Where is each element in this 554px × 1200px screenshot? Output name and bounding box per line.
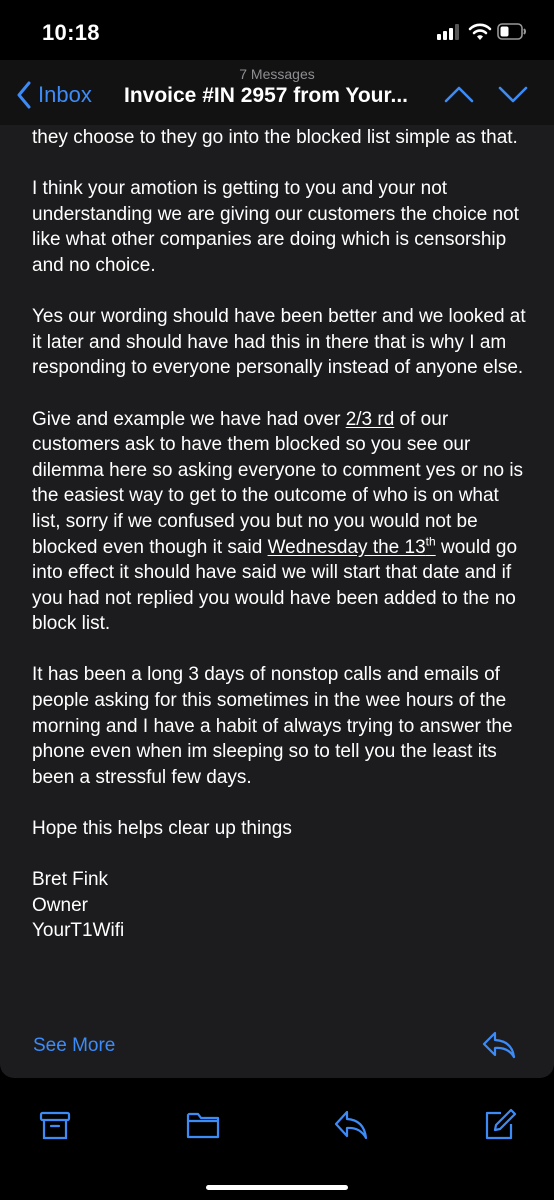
- date-text: Wednesday the 13: [267, 536, 426, 558]
- chevron-up-icon[interactable]: [443, 82, 475, 106]
- message-paragraph: Hope this helps clear up things: [32, 818, 292, 840]
- wifi-icon: [468, 23, 492, 40]
- see-more-link[interactable]: See More: [33, 1035, 115, 1057]
- back-label: Inbox: [38, 82, 92, 107]
- signature-company: YourT1Wifi: [32, 920, 125, 942]
- status-time: 10:18: [42, 20, 100, 45]
- message-paragraph: I think your amotion is getting to you a…: [32, 178, 519, 276]
- message-card: they choose to they go into the blocked …: [0, 125, 554, 1078]
- battery-icon: [497, 23, 526, 40]
- text-span: of our customers ask to have them blocke…: [32, 408, 524, 558]
- text-span: Give and example we have had over: [32, 408, 346, 430]
- date-link[interactable]: Wednesday the 13th: [267, 534, 436, 558]
- signature: Bret Fink Owner YourT1Wifi: [32, 867, 532, 944]
- cellular-signal-icon: [437, 24, 461, 40]
- signature-title: Owner: [32, 894, 88, 916]
- navigation-bar: 7 Messages Inbox Invoice #IN 2957 from Y…: [0, 60, 554, 125]
- home-indicator[interactable]: [206, 1185, 348, 1190]
- chevron-down-icon[interactable]: [497, 82, 529, 106]
- ordinal-suffix: th: [425, 534, 436, 549]
- bottom-toolbar: [0, 1078, 554, 1200]
- detected-data-link[interactable]: 2/3 rd: [346, 409, 395, 430]
- message-body: they choose to they go into the blocked …: [32, 125, 532, 944]
- signature-name: Bret Fink: [32, 869, 109, 891]
- message-paragraph: It has been a long 3 days of nonstop cal…: [32, 664, 513, 788]
- message-paragraph: they choose to they go into the blocked …: [32, 127, 518, 148]
- email-subject: Invoice #IN 2957 from Your...: [124, 84, 409, 107]
- reply-icon[interactable]: [482, 1030, 516, 1060]
- compose-icon[interactable]: [481, 1107, 517, 1143]
- status-bar: 10:18: [0, 0, 554, 60]
- reply-icon[interactable]: [333, 1107, 369, 1143]
- message-paragraph: Give and example we have had over 2/3 rd…: [32, 407, 532, 637]
- back-to-inbox-button[interactable]: Inbox: [16, 80, 92, 110]
- chevron-left-icon: [17, 81, 31, 109]
- message-paragraph: Yes our wording should have been better …: [32, 306, 526, 379]
- archive-icon[interactable]: [37, 1107, 73, 1143]
- folder-icon[interactable]: [185, 1107, 221, 1143]
